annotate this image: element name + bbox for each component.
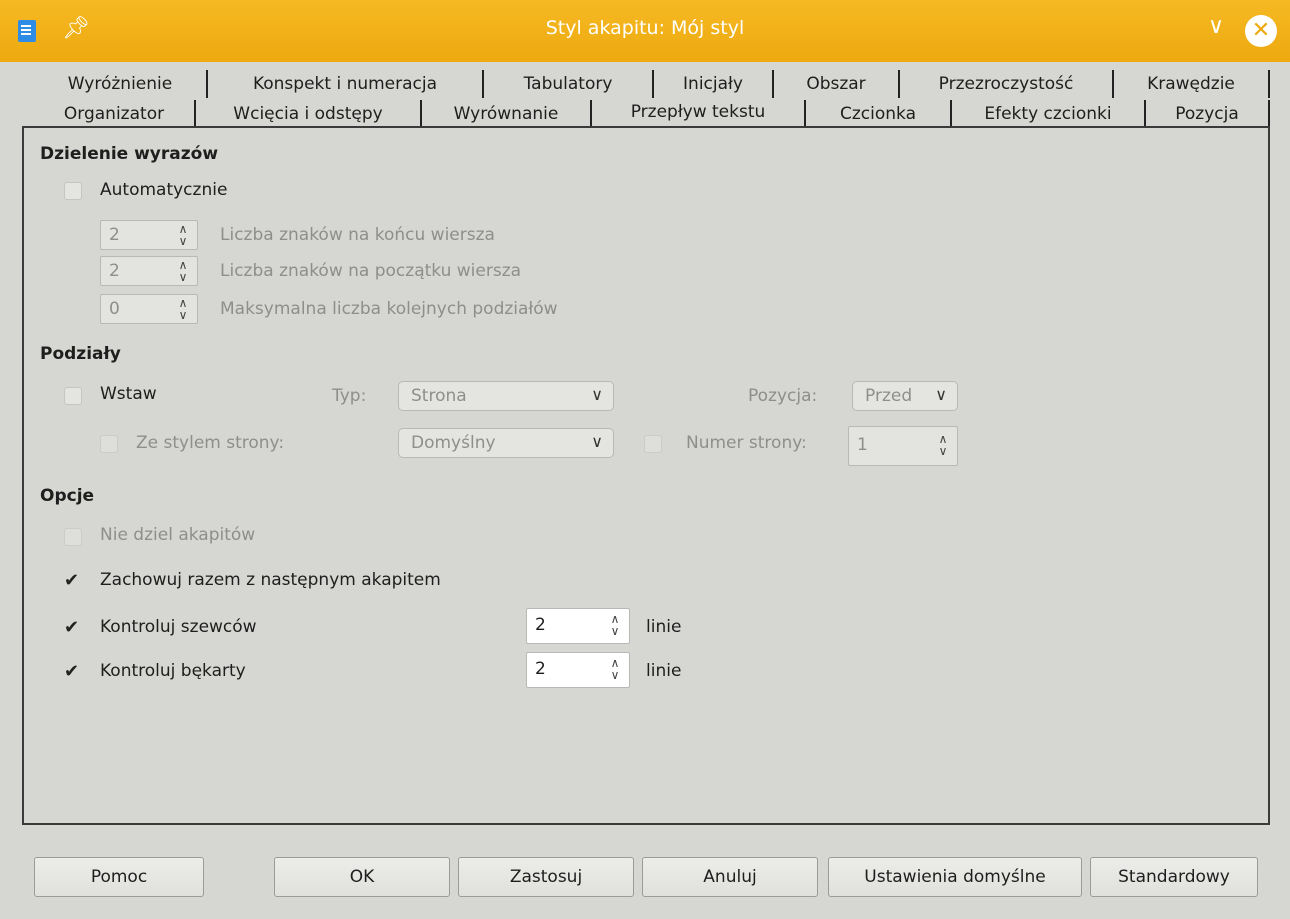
standard-button[interactable]: Standardowy <box>1090 857 1258 897</box>
help-button[interactable]: Pomoc <box>34 857 204 897</box>
chevron-down-icon: ∨ <box>935 385 947 404</box>
page-style-select[interactable]: Domyślny ∨ <box>398 428 614 458</box>
chars-end-value: 2 <box>109 225 120 245</box>
dont-split-checkbox[interactable] <box>64 528 82 546</box>
spinner-arrows-icon[interactable]: ∧ ∨ <box>173 257 193 287</box>
keep-next-label: Zachowuj razem z następnym akapitem <box>100 570 441 590</box>
widow-control-checkbox[interactable]: ✔ <box>64 661 79 682</box>
dont-split-label: Nie dziel akapitów <box>100 525 256 545</box>
widow-lines-spinner[interactable]: 2 ∧ ∨ <box>526 652 630 688</box>
spinner-arrows-icon[interactable]: ∧ ∨ <box>605 611 625 641</box>
orphan-control-checkbox[interactable]: ✔ <box>64 617 79 638</box>
page-number-label: Numer strony: <box>686 433 807 453</box>
page-number-spinner[interactable]: 1 ∧ ∨ <box>848 426 958 466</box>
break-type-select[interactable]: Strona ∨ <box>398 381 614 411</box>
max-hyphens-value: 0 <box>109 299 120 319</box>
break-position-value: Przed <box>865 386 913 406</box>
cancel-button[interactable]: Anuluj <box>642 857 818 897</box>
breaks-heading: Podziały <box>40 344 121 364</box>
tab-krawedzie[interactable]: Krawędzie <box>1114 70 1270 98</box>
chevron-down-icon[interactable]: ∨ <box>1208 14 1224 39</box>
tab-efekty-czcionki[interactable]: Efekty czcionki <box>952 100 1146 128</box>
tab-konspekt[interactable]: Konspekt i numeracja <box>208 70 484 98</box>
chevron-down-icon: ∨ <box>591 385 603 404</box>
chars-start-value: 2 <box>109 261 120 281</box>
tab-inicjaly[interactable]: Inicjały <box>654 70 774 98</box>
window-title: Styl akapitu: Mój styl <box>545 17 745 39</box>
max-hyphens-spinner[interactable]: 0 ∧ ∨ <box>100 294 198 324</box>
title-bar: 📌︎ Styl akapitu: Mój styl ∨ ✕ <box>0 0 1290 62</box>
tab-wyrownanie[interactable]: Wyrównanie <box>422 100 592 128</box>
orphan-unit-label: linie <box>646 617 682 637</box>
tab-przezroczystosc[interactable]: Przezroczystość <box>900 70 1114 98</box>
break-position-label: Pozycja: <box>748 386 818 406</box>
auto-hyphenation-label: Automatycznie <box>100 180 228 200</box>
page-number-value: 1 <box>857 435 868 455</box>
widow-unit-label: linie <box>646 661 682 681</box>
chars-start-spinner[interactable]: 2 ∧ ∨ <box>100 256 198 286</box>
widow-lines-value: 2 <box>535 659 546 679</box>
hyphenation-heading: Dzielenie wyrazów <box>40 144 219 164</box>
chars-start-label: Liczba znaków na początku wiersza <box>220 261 522 281</box>
page-style-label: Ze stylem strony: <box>136 433 285 453</box>
orphan-lines-spinner[interactable]: 2 ∧ ∨ <box>526 608 630 644</box>
spinner-arrows-icon[interactable]: ∧ ∨ <box>933 431 953 461</box>
tab-wyroznienie[interactable]: Wyróżnienie <box>34 70 208 98</box>
tab-pozycja[interactable]: Pozycja <box>1146 100 1270 128</box>
tab-organizator[interactable]: Organizator <box>34 100 196 128</box>
spinner-arrows-icon[interactable]: ∧ ∨ <box>173 221 193 251</box>
chevron-down-icon: ∨ <box>591 432 603 451</box>
orphan-lines-value: 2 <box>535 615 546 635</box>
break-type-label: Typ: <box>332 386 367 406</box>
insert-break-label: Wstaw <box>100 384 157 404</box>
ok-button[interactable]: OK <box>274 857 450 897</box>
chars-end-spinner[interactable]: 2 ∧ ∨ <box>100 220 198 250</box>
break-type-value: Strona <box>411 386 467 406</box>
auto-hyphenation-checkbox[interactable] <box>64 182 82 200</box>
spinner-arrows-icon[interactable]: ∧ ∨ <box>605 655 625 685</box>
widow-control-label: Kontroluj bękarty <box>100 661 246 681</box>
chars-end-label: Liczba znaków na końcu wiersza <box>220 225 495 245</box>
break-position-select[interactable]: Przed ∨ <box>852 381 958 411</box>
spinner-arrows-icon[interactable]: ∧ ∨ <box>173 295 193 325</box>
apply-button[interactable]: Zastosuj <box>458 857 634 897</box>
max-hyphens-label: Maksymalna liczba kolejnych podziałów <box>220 299 558 319</box>
close-icon[interactable]: ✕ <box>1245 15 1277 47</box>
options-heading: Opcje <box>40 486 95 506</box>
keep-next-checkbox[interactable]: ✔ <box>64 570 79 591</box>
insert-break-checkbox[interactable] <box>64 387 82 405</box>
page-style-checkbox[interactable] <box>100 435 118 453</box>
tab-czcionka[interactable]: Czcionka <box>804 100 952 128</box>
reset-button[interactable]: Ustawienia domyślne <box>828 857 1082 897</box>
page-number-checkbox[interactable] <box>644 435 662 453</box>
tab-obszar[interactable]: Obszar <box>774 70 900 98</box>
tab-panel <box>22 126 1270 825</box>
page-style-value: Domyślny <box>411 433 496 453</box>
tab-wciecia[interactable]: Wcięcia i odstępy <box>196 100 422 128</box>
orphan-control-label: Kontroluj szewców <box>100 617 257 637</box>
tab-tabulatory[interactable]: Tabulatory <box>484 70 654 98</box>
